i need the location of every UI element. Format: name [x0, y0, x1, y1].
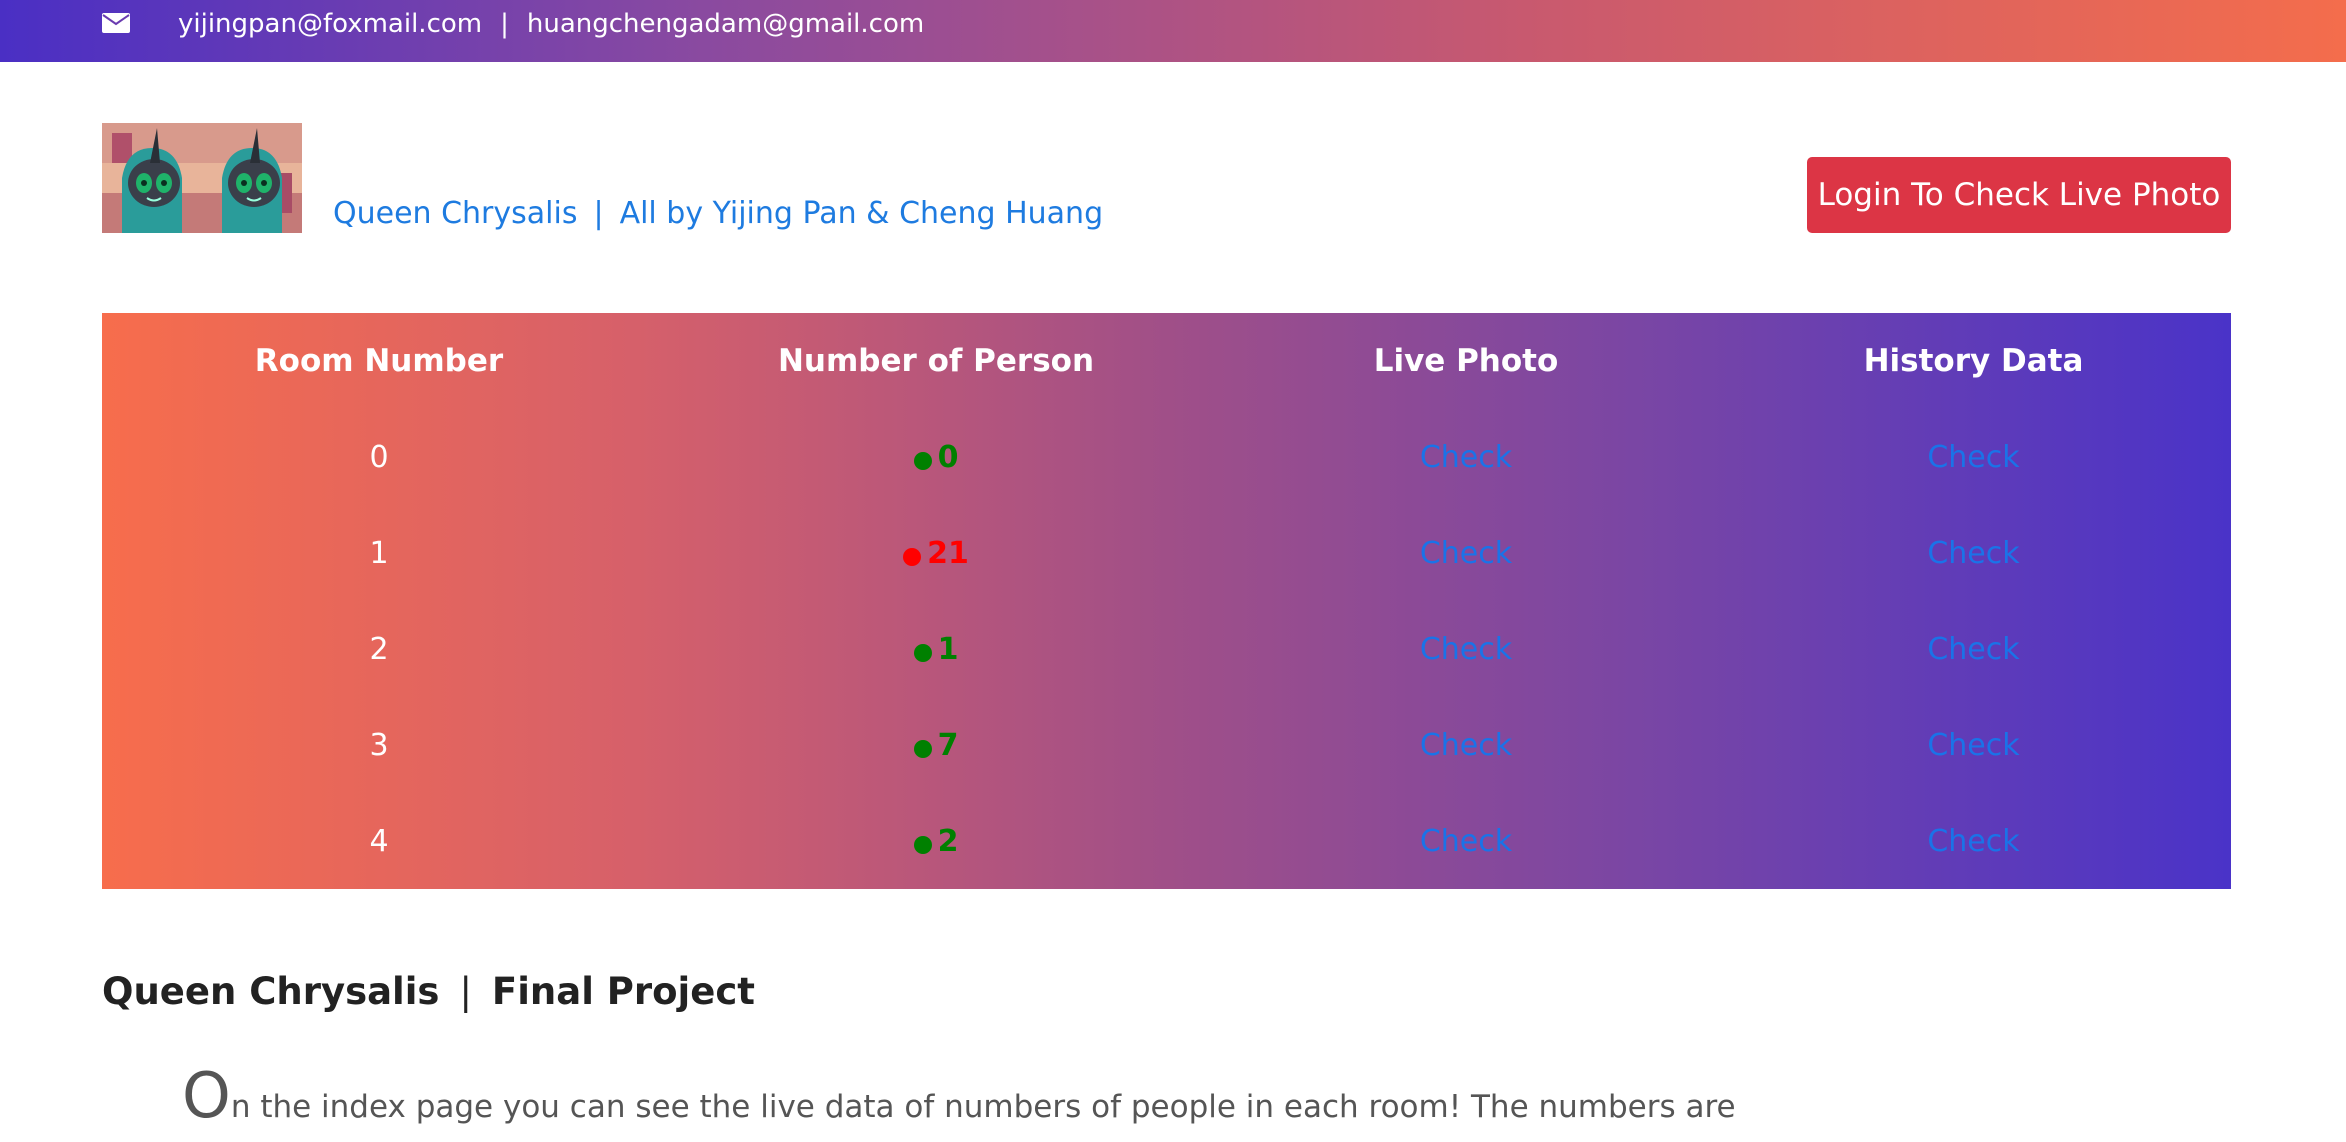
- history-data-check-link[interactable]: Check: [1927, 728, 2019, 763]
- contact-separator: |: [500, 9, 509, 39]
- header-live-photo: Live Photo: [1373, 343, 1559, 379]
- room-number: 2: [369, 631, 389, 667]
- live-photo-check-link[interactable]: Check: [1420, 632, 1512, 667]
- room-number: 0: [369, 439, 389, 475]
- table-row: 1 21 Check Check: [102, 505, 2231, 601]
- envelope-icon: [102, 13, 130, 33]
- room-number: 1: [369, 535, 389, 571]
- count-value: 0: [937, 439, 959, 475]
- email-cheng[interactable]: huangchengadam@gmail.com: [527, 9, 924, 39]
- history-data-cell: Check: [1716, 697, 2231, 793]
- live-photo-cell: Check: [1216, 409, 1716, 505]
- history-data-cell: Check: [1716, 409, 2231, 505]
- person-count: 21: [656, 505, 1216, 601]
- person-count: 0: [656, 409, 1216, 505]
- history-data-check-link[interactable]: Check: [1927, 824, 2019, 859]
- live-photo-check-link[interactable]: Check: [1420, 728, 1512, 763]
- history-data-cell: Check: [1716, 601, 2231, 697]
- status-dot-icon: [903, 548, 922, 566]
- live-photo-check-link[interactable]: Check: [1420, 536, 1512, 571]
- count-value: 7: [937, 727, 959, 763]
- brand-authors[interactable]: All by Yijing Pan & Cheng Huang: [620, 196, 1104, 231]
- history-data-cell: Check: [1716, 505, 2231, 601]
- header-number-of-person: Number of Person: [777, 343, 1095, 379]
- person-count: 1: [656, 601, 1216, 697]
- history-data-check-link[interactable]: Check: [1927, 440, 2019, 475]
- top-contact-bar: yijingpan@foxmail.com | huangchengadam@gma…: [0, 0, 2346, 62]
- header-history-data: History Data: [1863, 343, 2084, 379]
- live-photo-cell: Check: [1216, 601, 1716, 697]
- brand-separator: |: [593, 196, 604, 231]
- drop-cap: O: [182, 1059, 231, 1132]
- live-photo-check-link[interactable]: Check: [1420, 824, 1512, 859]
- table-row: 3 7 Check Check: [102, 697, 2231, 793]
- intro-paragraph: On the index page you can see the live d…: [182, 1065, 1736, 1127]
- title-project: Final Project: [491, 970, 755, 1013]
- count-value: 2: [937, 823, 959, 859]
- table-header-row: Room Number Number of Person Live Photo …: [102, 313, 2231, 409]
- person-count: 2: [656, 793, 1216, 889]
- live-photo-cell: Check: [1216, 793, 1716, 889]
- status-dot-icon: [913, 740, 932, 758]
- count-value: 21: [927, 535, 969, 571]
- room-table: Room Number Number of Person Live Photo …: [102, 313, 2231, 889]
- contact-info: yijingpan@foxmail.com | huangchengadam@gma…: [178, 6, 924, 42]
- intro-text: n the index page you can see the live da…: [230, 1089, 1736, 1125]
- history-data-check-link[interactable]: Check: [1927, 536, 2019, 571]
- count-value: 1: [937, 631, 959, 667]
- status-dot-icon: [913, 644, 932, 662]
- table-row: 0 0 Check Check: [102, 409, 2231, 505]
- person-count: 7: [656, 697, 1216, 793]
- title-brand: Queen Chrysalis: [102, 970, 440, 1013]
- room-number: 4: [369, 823, 389, 859]
- login-button[interactable]: Login To Check Live Photo: [1807, 157, 2231, 233]
- live-photo-cell: Check: [1216, 697, 1716, 793]
- room-number: 3: [369, 727, 389, 763]
- brand-line[interactable]: Queen Chrysalis | All by Yijing Pan & Chen…: [333, 196, 1103, 231]
- queen-chrysalis-logo[interactable]: [102, 123, 302, 233]
- history-data-cell: Check: [1716, 793, 2231, 889]
- title-separator: |: [459, 970, 472, 1013]
- live-photo-check-link[interactable]: Check: [1420, 440, 1512, 475]
- live-photo-cell: Check: [1216, 505, 1716, 601]
- status-dot-icon: [913, 836, 932, 854]
- history-data-check-link[interactable]: Check: [1927, 632, 2019, 667]
- email-yijing[interactable]: yijingpan@foxmail.com: [178, 9, 482, 39]
- status-dot-icon: [913, 452, 932, 470]
- brand-name[interactable]: Queen Chrysalis: [333, 196, 577, 231]
- header-room-number: Room Number: [254, 343, 504, 379]
- table-row: 4 2 Check Check: [102, 793, 2231, 889]
- page-title: Queen Chrysalis | Final Project: [102, 970, 755, 1013]
- table-row: 2 1 Check Check: [102, 601, 2231, 697]
